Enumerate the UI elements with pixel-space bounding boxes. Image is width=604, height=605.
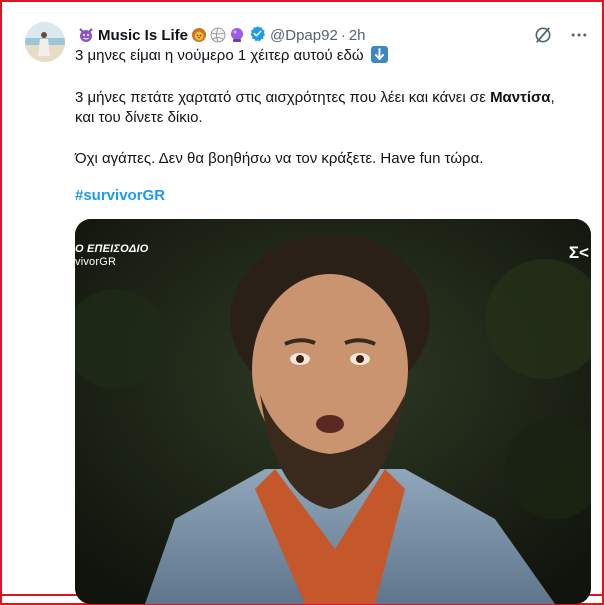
hashtag-link[interactable]: #survivorGR xyxy=(75,187,165,204)
verified-badge-icon xyxy=(249,25,266,46)
channel-logo: Σ< xyxy=(568,243,589,262)
channel-overlay-tag: vivorGR xyxy=(75,256,117,268)
tweet-text-segment: , xyxy=(550,89,555,106)
avatar[interactable] xyxy=(25,22,65,62)
lion-face-icon xyxy=(191,27,207,43)
tweet-actions xyxy=(532,24,590,46)
tweet-text-segment: 3 μήνες πετάτε χαρτατό στις αισχρότητες … xyxy=(75,89,491,106)
grok-icon[interactable] xyxy=(532,24,554,46)
display-name[interactable]: Music Is Life xyxy=(98,27,188,44)
episode-overlay-label: Ο ΕΠΕΙΣΟΔΙΟ xyxy=(75,243,149,255)
tweet-text-line: 3 μηνες είμαι η νούμερο 1 χέιτερ αυτού ε… xyxy=(75,46,580,69)
crystal-ball-icon xyxy=(229,27,245,43)
tweet-text-line: 3 μήνες πετάτε χαρτατό στις αισχρότητες … xyxy=(75,88,580,108)
tweet-text-line: Όχι αγάπες. Δεν θα βοηθήσω να τον κράξετ… xyxy=(75,150,484,167)
volleyball-icon xyxy=(210,27,226,43)
tweet-timestamp[interactable]: 2h xyxy=(349,27,366,44)
tweet-text-line: και του δίνετε δίκιο. xyxy=(75,109,203,126)
user-handle[interactable]: @Dpap92 xyxy=(270,27,338,44)
devil-face-icon xyxy=(78,27,94,43)
tweet-text-bold: Μαντίσα xyxy=(490,89,551,106)
more-options-icon[interactable] xyxy=(568,24,590,46)
header-separator: · xyxy=(340,26,346,44)
tweet-text-first: 3 μηνες είμαι η νούμερο 1 χέιτερ αυτού ε… xyxy=(75,47,364,64)
tweet-header: Music Is Life @Dpap92 · 2h xyxy=(75,24,366,46)
tweet-media-image[interactable]: Ο ΕΠΕΙΣΟΔΙΟ vivorGR Σ< xyxy=(75,219,591,604)
down-arrow-icon xyxy=(370,46,388,69)
